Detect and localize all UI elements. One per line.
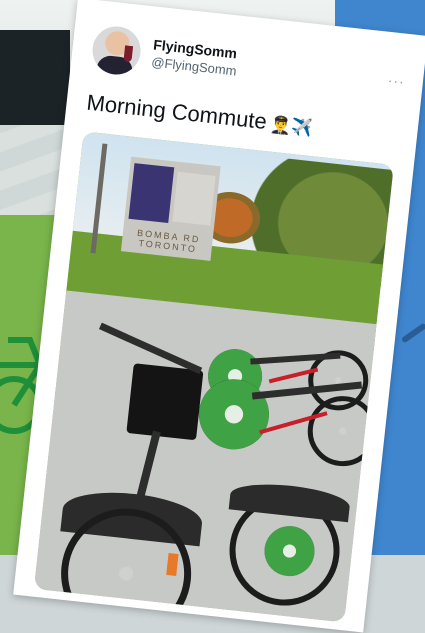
avatar[interactable] xyxy=(90,24,144,77)
tweet-photo[interactable]: BOMBA RD TORONTO xyxy=(33,131,394,623)
tweet-card[interactable]: FlyingSomm @FlyingSomm ··· Morning Commu… xyxy=(13,0,425,633)
handlebar-bag xyxy=(126,363,204,441)
sign-panel-grey xyxy=(172,171,216,226)
wine-glass-icon xyxy=(123,45,134,63)
more-options-icon[interactable]: ··· xyxy=(387,72,406,90)
tweet-text: Morning Commute👨‍✈️✈️ xyxy=(85,90,314,140)
tweet-text-content: Morning Commute xyxy=(85,89,269,135)
sign-panel-purple xyxy=(128,163,175,224)
background-bench xyxy=(0,30,70,125)
commuter-bike-foreground xyxy=(38,311,258,623)
sign-text: BOMBA RD TORONTO xyxy=(136,227,201,255)
pilot-airplane-emoji: 👨‍✈️✈️ xyxy=(269,114,314,139)
photo-street-sign: BOMBA RD TORONTO xyxy=(90,143,221,261)
